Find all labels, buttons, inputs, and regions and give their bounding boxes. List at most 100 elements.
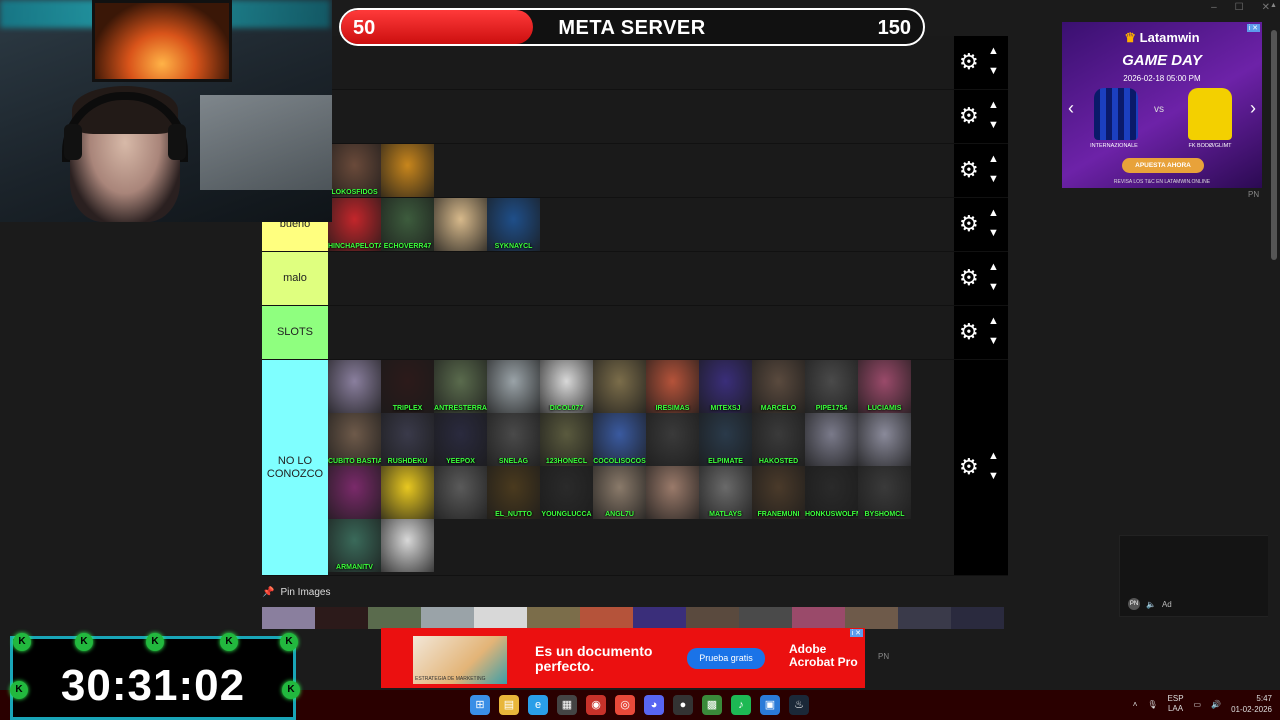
pinned-image-thumbnail[interactable] bbox=[421, 607, 474, 629]
start-icon[interactable]: ⊞ bbox=[470, 695, 490, 715]
move-up-icon[interactable]: ▲ bbox=[988, 451, 999, 462]
move-down-icon[interactable]: ▼ bbox=[988, 174, 999, 185]
files-icon[interactable]: ▤ bbox=[499, 695, 519, 715]
move-up-icon[interactable]: ▲ bbox=[988, 208, 999, 219]
pinned-image-thumbnail[interactable] bbox=[527, 607, 580, 629]
tier-item-thumbnail[interactable] bbox=[646, 413, 699, 466]
tier-item-thumbnail[interactable]: BYSHOMCL bbox=[858, 466, 911, 519]
edge-icon[interactable]: e bbox=[528, 695, 548, 715]
tier-item-thumbnail[interactable]: MARCELO bbox=[752, 360, 805, 413]
pinned-image-thumbnail[interactable] bbox=[951, 607, 1004, 629]
gear-icon[interactable]: ⚙ bbox=[959, 321, 979, 343]
tier-item-thumbnail[interactable]: HINCHAPELOTA bbox=[328, 198, 381, 251]
tier-item-thumbnail[interactable] bbox=[858, 413, 911, 466]
tier-item-thumbnail[interactable]: ANGL7U bbox=[593, 466, 646, 519]
pin-images-header[interactable]: 📌 Pin Images bbox=[262, 587, 330, 598]
maximize-button[interactable]: ☐ bbox=[1235, 2, 1244, 13]
tier-item-thumbnail[interactable] bbox=[487, 360, 540, 413]
tier-item-thumbnail[interactable] bbox=[328, 360, 381, 413]
move-down-icon[interactable]: ▼ bbox=[988, 66, 999, 77]
close-button[interactable]: ✕ bbox=[1262, 2, 1270, 13]
tier-item-thumbnail[interactable]: FRANEMUNI bbox=[752, 466, 805, 519]
tier-item-thumbnail[interactable]: MITEXSJ bbox=[699, 360, 752, 413]
chevron-up-icon[interactable]: ˄ bbox=[1133, 700, 1138, 709]
tier-item-thumbnail[interactable]: 123HONECL bbox=[540, 413, 593, 466]
obs-icon[interactable]: ● bbox=[673, 695, 693, 715]
move-up-icon[interactable]: ▲ bbox=[988, 316, 999, 327]
steam-icon[interactable]: ♨ bbox=[789, 695, 809, 715]
tier-item-thumbnail[interactable] bbox=[646, 466, 699, 519]
tier-item-thumbnail[interactable]: ECHOVERR47 bbox=[381, 198, 434, 251]
tier-item-thumbnail[interactable]: ELPIMATE bbox=[699, 413, 752, 466]
move-up-icon[interactable]: ▲ bbox=[988, 46, 999, 57]
store-icon[interactable]: ▦ bbox=[557, 695, 577, 715]
pn-icon[interactable]: PN bbox=[1128, 598, 1140, 610]
tier-item-thumbnail[interactable] bbox=[805, 413, 858, 466]
tier-item-thumbnail[interactable]: SYKNAYCL bbox=[487, 198, 540, 251]
tier-item-thumbnail[interactable]: YOUNGLUCCA bbox=[540, 466, 593, 519]
gear-icon[interactable]: ⚙ bbox=[959, 159, 979, 181]
tier-item-thumbnail[interactable]: PIPE1754 bbox=[805, 360, 858, 413]
clock[interactable]: 5:47 01-02-2026 bbox=[1231, 693, 1272, 715]
tier-item-thumbnail[interactable]: SNELAG bbox=[487, 413, 540, 466]
move-down-icon[interactable]: ▼ bbox=[988, 282, 999, 293]
move-down-icon[interactable]: ▼ bbox=[988, 471, 999, 482]
move-up-icon[interactable]: ▲ bbox=[988, 100, 999, 111]
volume-icon[interactable]: 🔊 bbox=[1211, 700, 1221, 709]
chrome-icon[interactable]: ◎ bbox=[615, 695, 635, 715]
spotify-icon[interactable]: ♪ bbox=[731, 695, 751, 715]
tier-item-thumbnail[interactable]: MATLAYS bbox=[699, 466, 752, 519]
tier-item-thumbnail[interactable] bbox=[381, 144, 434, 197]
move-down-icon[interactable]: ▼ bbox=[988, 120, 999, 131]
pinned-image-thumbnail[interactable] bbox=[262, 607, 315, 629]
move-down-icon[interactable]: ▼ bbox=[988, 228, 999, 239]
voice-icon[interactable]: ◉ bbox=[586, 695, 606, 715]
gear-icon[interactable]: ⚙ bbox=[959, 51, 979, 73]
pinned-image-thumbnail[interactable] bbox=[633, 607, 686, 629]
tier-item-thumbnail[interactable]: CUBITO BASTIAN bbox=[328, 413, 381, 466]
tier-item-thumbnail[interactable] bbox=[328, 466, 381, 519]
tier-item-thumbnail[interactable] bbox=[593, 360, 646, 413]
gear-icon[interactable]: ⚙ bbox=[959, 105, 979, 127]
page-scrollbar[interactable]: ▲ bbox=[1268, 0, 1280, 690]
pinned-image-thumbnail[interactable] bbox=[686, 607, 739, 629]
gear-icon[interactable]: ⚙ bbox=[959, 213, 979, 235]
pinned-image-thumbnail[interactable] bbox=[315, 607, 368, 629]
ad-try-button[interactable]: Prueba gratis bbox=[687, 648, 765, 669]
move-down-icon[interactable]: ▼ bbox=[988, 336, 999, 347]
ad-banner-right[interactable]: i ✕ ♛ Latamwin GAME DAY 2026-02-18 05:00… bbox=[1062, 22, 1262, 188]
mute-icon[interactable]: 🔈 bbox=[1146, 600, 1156, 609]
tier-item-thumbnail[interactable] bbox=[381, 466, 434, 519]
scrollbar-thumb[interactable] bbox=[1271, 30, 1277, 260]
chevron-left-icon[interactable]: ‹ bbox=[1068, 98, 1074, 119]
tier-item-thumbnail[interactable]: ARMANITV bbox=[328, 519, 381, 572]
minecraft-icon[interactable]: ▩ bbox=[702, 695, 722, 715]
tier-item-thumbnail[interactable] bbox=[381, 519, 434, 572]
ad-banner-bottom[interactable]: i ✕ ESTRATEGIA DE MARKETING Es un docume… bbox=[381, 628, 865, 688]
tier-label[interactable]: NO LO CONOZCO bbox=[262, 360, 328, 575]
gear-icon[interactable]: ⚙ bbox=[959, 456, 979, 478]
move-up-icon[interactable]: ▲ bbox=[988, 154, 999, 165]
ad-info-icon[interactable]: i ✕ bbox=[849, 629, 863, 637]
pinned-image-thumbnail[interactable] bbox=[792, 607, 845, 629]
tier-item-thumbnail[interactable]: COCOLISOCOS bbox=[593, 413, 646, 466]
tier-item-thumbnail[interactable] bbox=[434, 466, 487, 519]
pinned-image-thumbnail[interactable] bbox=[580, 607, 633, 629]
tier-item-thumbnail[interactable]: LOKOSFIDOS bbox=[328, 144, 381, 197]
tier-item-thumbnail[interactable]: TRIPLEX bbox=[381, 360, 434, 413]
network-icon[interactable]: ▭ bbox=[1194, 700, 1202, 709]
tier-item-thumbnail[interactable]: EL_NUTTO bbox=[487, 466, 540, 519]
ad-video-box[interactable]: PN 🔈 Ad bbox=[1119, 535, 1269, 617]
pinned-image-thumbnail[interactable] bbox=[898, 607, 951, 629]
pinned-image-thumbnail[interactable] bbox=[474, 607, 527, 629]
tier-item-thumbnail[interactable]: RUSHDEKU bbox=[381, 413, 434, 466]
tier-label[interactable]: malo bbox=[262, 252, 328, 305]
tier-label[interactable]: SLOTS bbox=[262, 306, 328, 359]
tier-item-thumbnail[interactable]: ANTRESTERRA bbox=[434, 360, 487, 413]
discord-icon[interactable]: ◕ bbox=[644, 695, 664, 715]
tier-item-thumbnail[interactable]: DICOL077 bbox=[540, 360, 593, 413]
minimize-button[interactable]: – bbox=[1211, 2, 1217, 13]
move-up-icon[interactable]: ▲ bbox=[988, 262, 999, 273]
tier-item-thumbnail[interactable]: LUCIAMIS bbox=[858, 360, 911, 413]
pinned-image-thumbnail[interactable] bbox=[845, 607, 898, 629]
